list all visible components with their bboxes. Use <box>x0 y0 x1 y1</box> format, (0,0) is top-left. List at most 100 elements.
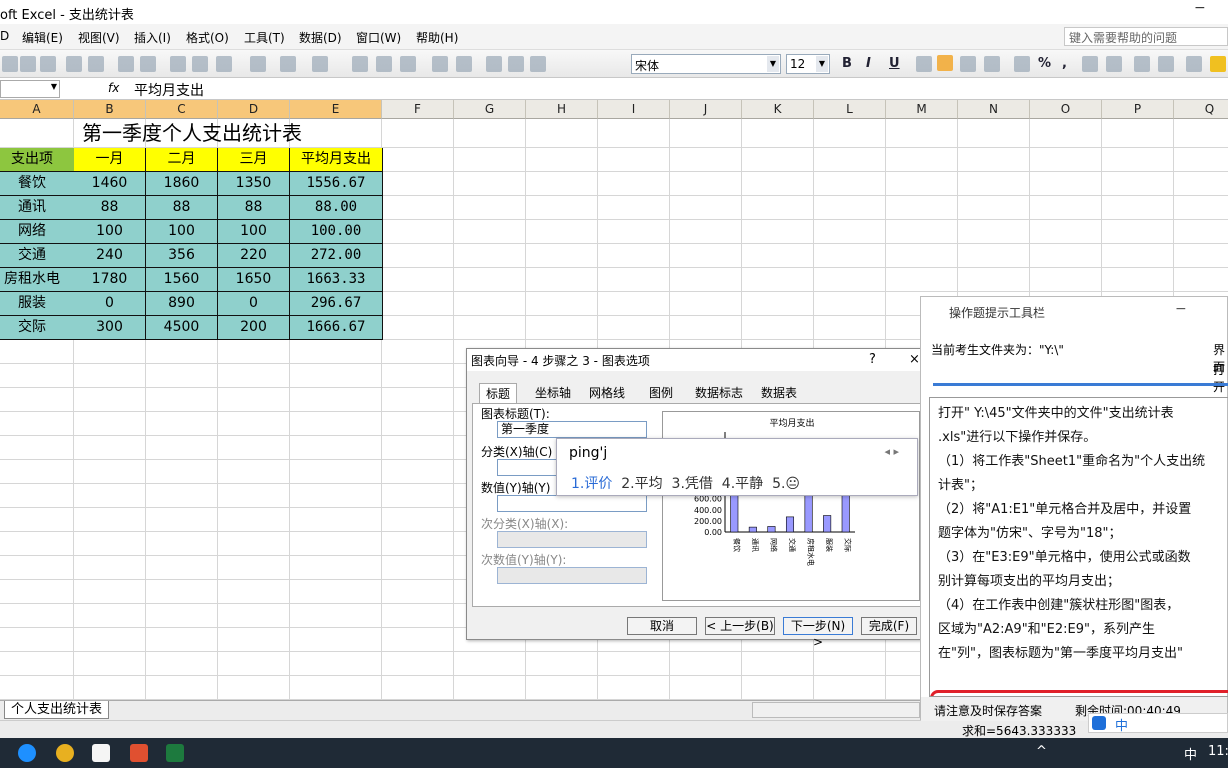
column-header-g[interactable]: G <box>454 100 526 119</box>
menu-item-view[interactable]: 视图(V) <box>78 29 120 46</box>
tab-title[interactable]: 标题 <box>479 383 518 403</box>
ime-page-arrows[interactable]: ◂ ▸ <box>884 445 899 458</box>
value-cell[interactable]: 100 <box>218 220 290 244</box>
value-cell[interactable]: 200 <box>218 316 290 340</box>
edge-icon[interactable] <box>18 744 36 762</box>
font-size-select[interactable]: 12 ▼ <box>786 54 830 74</box>
column-header-p[interactable]: P <box>1102 100 1174 119</box>
fx-icon[interactable]: fx <box>108 81 119 95</box>
column-header-e[interactable]: E <box>290 100 382 119</box>
sort-desc-icon[interactable] <box>456 56 472 72</box>
paste-icon[interactable] <box>216 56 232 72</box>
category-cell[interactable]: 餐饮 <box>0 172 75 196</box>
align-center-icon[interactable] <box>937 55 953 71</box>
office-icon[interactable] <box>130 744 148 762</box>
panel-minimize-button[interactable]: − <box>1175 301 1187 317</box>
excel-icon[interactable] <box>166 744 184 762</box>
chevron-down-icon[interactable]: ▼ <box>816 56 828 72</box>
open-icon[interactable] <box>20 56 36 72</box>
column-header-b[interactable]: B <box>74 100 146 119</box>
copy-icon[interactable] <box>192 56 208 72</box>
spelling-icon[interactable] <box>118 56 134 72</box>
category-cell[interactable]: 通讯 <box>0 196 75 220</box>
formula-input[interactable]: 平均月支出 <box>134 80 204 100</box>
chevron-down-icon[interactable]: ▼ <box>51 82 57 91</box>
decrease-decimal-icon[interactable] <box>1106 56 1122 72</box>
column-header-m[interactable]: M <box>886 100 958 119</box>
value-cell[interactable]: 890 <box>146 292 218 316</box>
category-cell[interactable]: 交际 <box>0 316 75 340</box>
web-icon[interactable] <box>376 56 392 72</box>
ime-logo-icon[interactable] <box>1092 716 1106 730</box>
fill-color-icon[interactable] <box>1210 56 1226 72</box>
cut-icon[interactable] <box>170 56 186 72</box>
minimize-button[interactable]: − <box>1194 0 1206 16</box>
name-box[interactable]: ▼ <box>0 80 60 98</box>
next-button[interactable]: 下一步(N) > <box>783 617 853 649</box>
y-axis-input[interactable] <box>497 495 647 512</box>
hyperlink-icon[interactable] <box>352 56 368 72</box>
category-cell[interactable]: 房租水电 <box>0 268 75 292</box>
menu-item-window[interactable]: 窗口(W) <box>356 29 401 46</box>
column-header-n[interactable]: N <box>958 100 1030 119</box>
tab-data-table[interactable]: 数据表 <box>755 383 803 403</box>
value-cell[interactable]: 1780 <box>74 268 146 292</box>
tab-axes[interactable]: 坐标轴 <box>529 383 577 403</box>
average-cell[interactable]: 1663.33 <box>290 268 383 292</box>
column-header-j[interactable]: J <box>670 100 742 119</box>
average-cell[interactable]: 1666.67 <box>290 316 383 340</box>
value-cell[interactable]: 0 <box>74 292 146 316</box>
chart-wizard-icon[interactable] <box>486 56 502 72</box>
category-cell[interactable]: 交通 <box>0 244 75 268</box>
horizontal-scrollbar[interactable] <box>752 702 920 718</box>
value-cell[interactable]: 1350 <box>218 172 290 196</box>
finish-button[interactable]: 完成(F) <box>861 617 917 635</box>
value-cell[interactable]: 100 <box>74 220 146 244</box>
comma-button[interactable]: , <box>1062 56 1067 71</box>
align-left-icon[interactable] <box>916 56 932 72</box>
column-header-o[interactable]: O <box>1030 100 1102 119</box>
value-cell[interactable]: 1560 <box>146 268 218 292</box>
menu-item-edit[interactable]: 编辑(E) <box>22 29 63 46</box>
category-cell[interactable]: 服装 <box>0 292 75 316</box>
font-name-select[interactable]: 宋体 ▼ <box>631 54 781 74</box>
underline-button[interactable]: U <box>889 56 900 71</box>
format-painter-icon[interactable] <box>250 56 266 72</box>
new-icon[interactable] <box>2 56 18 72</box>
value-cell[interactable]: 300 <box>74 316 146 340</box>
ime-candidate[interactable]: 4.平静 <box>722 476 763 492</box>
undo-icon[interactable] <box>280 56 296 72</box>
column-header-k[interactable]: K <box>742 100 814 119</box>
column-header-l[interactable]: L <box>814 100 886 119</box>
value-cell[interactable]: 1860 <box>146 172 218 196</box>
increase-indent-icon[interactable] <box>1158 56 1174 72</box>
value-cell[interactable]: 240 <box>74 244 146 268</box>
header-cell[interactable]: 支出项 <box>0 148 75 172</box>
help-search-input[interactable]: 键入需要帮助的问题 <box>1064 27 1228 46</box>
chrome-icon[interactable] <box>56 744 74 762</box>
app-icon[interactable] <box>92 744 110 762</box>
header-cell[interactable]: 三月 <box>218 148 290 172</box>
research-icon[interactable] <box>140 56 156 72</box>
clock[interactable]: 11:4 <box>1208 744 1228 759</box>
column-header-d[interactable]: D <box>218 100 290 119</box>
ime-language[interactable]: 中 <box>1184 744 1197 763</box>
dialog-help-button[interactable]: ? <box>869 352 876 367</box>
merge-center-icon[interactable] <box>984 56 1000 72</box>
value-cell[interactable]: 88 <box>146 196 218 220</box>
increase-decimal-icon[interactable] <box>1082 56 1098 72</box>
column-header-f[interactable]: F <box>382 100 454 119</box>
column-header-i[interactable]: I <box>598 100 670 119</box>
average-cell[interactable]: 1556.67 <box>290 172 383 196</box>
header-cell[interactable]: 二月 <box>146 148 218 172</box>
header-cell[interactable]: 平均月支出 <box>290 148 383 172</box>
drawing-icon[interactable] <box>508 56 524 72</box>
average-cell[interactable]: 272.00 <box>290 244 383 268</box>
value-cell[interactable]: 88 <box>218 196 290 220</box>
currency-icon[interactable] <box>1014 56 1030 72</box>
column-header-a[interactable]: A <box>0 100 74 119</box>
sheet-title-cell[interactable]: 第一季度个人支出统计表 <box>0 120 384 147</box>
ime-toolbar[interactable]: 中 <box>1088 713 1228 734</box>
value-cell[interactable]: 100 <box>146 220 218 244</box>
borders-icon[interactable] <box>1186 56 1202 72</box>
